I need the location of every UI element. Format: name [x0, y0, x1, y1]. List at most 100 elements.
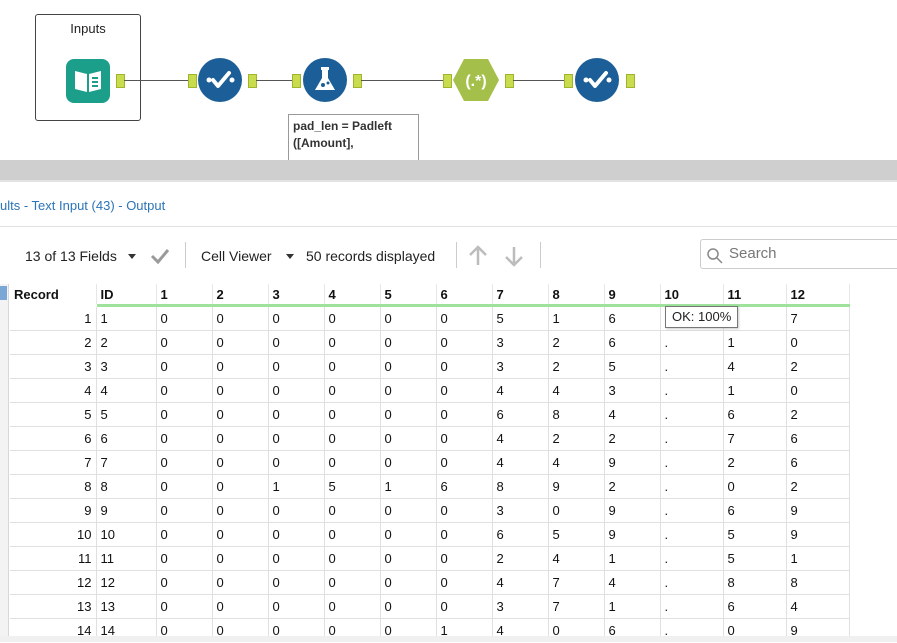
table-cell[interactable]: 0 [323, 426, 381, 451]
table-cell[interactable]: 2 [95, 330, 157, 355]
table-cell[interactable]: . [659, 402, 724, 427]
column-header-id[interactable]: ID [96, 284, 157, 307]
output-anchor[interactable] [248, 74, 257, 88]
table-cell[interactable]: . [659, 498, 724, 523]
table-cell[interactable]: 0 [155, 354, 213, 379]
column-header-1[interactable]: 1 [156, 284, 213, 307]
table-cell[interactable]: 0 [155, 426, 213, 451]
table-cell[interactable]: 0 [323, 450, 381, 475]
table-cell[interactable]: 1 [603, 546, 661, 571]
table-cell[interactable]: 0 [435, 450, 493, 475]
table-cell[interactable]: 0 [211, 378, 269, 403]
table-cell[interactable]: 0 [211, 330, 269, 355]
table-cell[interactable]: 4 [785, 594, 850, 619]
table-row[interactable]: 55000000684.62 [10, 402, 850, 427]
table-cell[interactable]: 0 [211, 594, 269, 619]
table-cell[interactable]: 4 [491, 570, 549, 595]
table-cell[interactable]: 0 [155, 450, 213, 475]
record-number-cell[interactable]: 10 [10, 522, 97, 547]
table-cell[interactable]: 2 [785, 402, 850, 427]
column-header-4[interactable]: 4 [324, 284, 381, 307]
table-cell[interactable]: 13 [95, 594, 157, 619]
table-cell[interactable]: 3 [95, 354, 157, 379]
table-cell[interactable]: 7 [722, 426, 787, 451]
table-cell[interactable]: . [659, 570, 724, 595]
table-cell[interactable]: 0 [435, 305, 493, 331]
panel-splitter[interactable] [0, 160, 897, 182]
table-cell[interactable]: 0 [379, 546, 437, 571]
table-cell[interactable]: 9 [785, 498, 850, 523]
table-cell[interactable]: 2 [722, 450, 787, 475]
text-input-tool[interactable] [66, 59, 110, 103]
table-cell[interactable]: 0 [267, 450, 325, 475]
table-cell[interactable]: 0 [267, 330, 325, 355]
table-cell[interactable]: 7 [547, 594, 605, 619]
output-anchor[interactable] [353, 74, 362, 88]
table-cell[interactable]: 6 [603, 305, 661, 331]
table-cell[interactable]: 0 [267, 570, 325, 595]
record-number-cell[interactable]: 9 [10, 498, 97, 523]
table-cell[interactable]: . [659, 594, 724, 619]
table-cell[interactable]: 0 [155, 498, 213, 523]
chevron-down-icon[interactable] [286, 254, 294, 259]
output-anchor[interactable] [626, 74, 635, 88]
table-cell[interactable]: 4 [547, 378, 605, 403]
input-anchor[interactable] [443, 74, 452, 88]
table-cell[interactable]: 2 [785, 354, 850, 379]
table-cell[interactable]: 9 [603, 498, 661, 523]
table-cell[interactable]: 5 [722, 522, 787, 547]
output-anchor[interactable] [505, 74, 514, 88]
table-cell[interactable]: 5 [95, 402, 157, 427]
table-cell[interactable]: 6 [491, 522, 549, 547]
table-row[interactable]: 77000000449.26 [10, 450, 850, 475]
table-cell[interactable]: 4 [491, 426, 549, 451]
table-cell[interactable]: 5 [603, 354, 661, 379]
column-header-6[interactable]: 6 [436, 284, 493, 307]
record-number-cell[interactable]: 3 [10, 354, 97, 379]
table-cell[interactable]: 0 [211, 426, 269, 451]
table-cell[interactable]: 2 [785, 474, 850, 499]
column-header-9[interactable]: 9 [604, 284, 661, 307]
table-cell[interactable]: 0 [722, 474, 787, 499]
formula-tool[interactable] [303, 58, 347, 102]
table-cell[interactable]: 0 [155, 522, 213, 547]
table-cell[interactable]: 2 [547, 330, 605, 355]
table-cell[interactable]: 0 [379, 498, 437, 523]
chevron-down-icon[interactable] [128, 254, 136, 259]
table-cell[interactable]: 0 [155, 305, 213, 331]
table-cell[interactable]: 0 [435, 498, 493, 523]
table-cell[interactable]: 0 [323, 594, 381, 619]
table-cell[interactable]: 1 [722, 378, 787, 403]
table-cell[interactable]: 6 [95, 426, 157, 451]
table-row[interactable]: 13 13 0 0 0 0 0 0 3 7 1. 6 4 [10, 594, 850, 619]
table-cell[interactable]: 0 [267, 546, 325, 571]
output-anchor[interactable] [116, 74, 125, 88]
table-cell[interactable]: 6 [785, 450, 850, 475]
table-cell[interactable]: 4 [547, 546, 605, 571]
table-cell[interactable]: 4 [603, 570, 661, 595]
expand-arrow-icon[interactable] [0, 286, 7, 300]
table-cell[interactable]: 0 [211, 546, 269, 571]
table-cell[interactable]: 6 [603, 330, 661, 355]
table-cell[interactable]: 1 [379, 474, 437, 499]
table-cell[interactable]: 2 [547, 426, 605, 451]
table-cell[interactable]: 0 [379, 522, 437, 547]
table-cell[interactable]: . [659, 546, 724, 571]
table-cell[interactable]: 0 [267, 378, 325, 403]
table-row[interactable]: 11 11 0 0 0 0 0 0 2 4 1. 5 1 [10, 546, 850, 571]
table-cell[interactable]: 5 [547, 522, 605, 547]
table-cell[interactable]: 6 [491, 402, 549, 427]
table-row[interactable]: 33000000325.42 [10, 354, 850, 379]
table-cell[interactable]: 0 [379, 450, 437, 475]
search-placeholder[interactable]: Search [729, 245, 777, 262]
table-cell[interactable]: 0 [435, 378, 493, 403]
table-cell[interactable]: 0 [267, 522, 325, 547]
regex-tool[interactable]: (.*) [452, 57, 500, 103]
table-cell[interactable]: 0 [267, 354, 325, 379]
table-cell[interactable]: 0 [435, 570, 493, 595]
table-cell[interactable]: 6 [435, 474, 493, 499]
table-cell[interactable]: 1 [547, 305, 605, 331]
table-cell[interactable]: 0 [785, 378, 850, 403]
table-row[interactable]: 12 12 0 0 0 0 0 0 4 7 4. 8 8 [10, 570, 850, 595]
table-cell[interactable]: 1 [95, 305, 157, 331]
